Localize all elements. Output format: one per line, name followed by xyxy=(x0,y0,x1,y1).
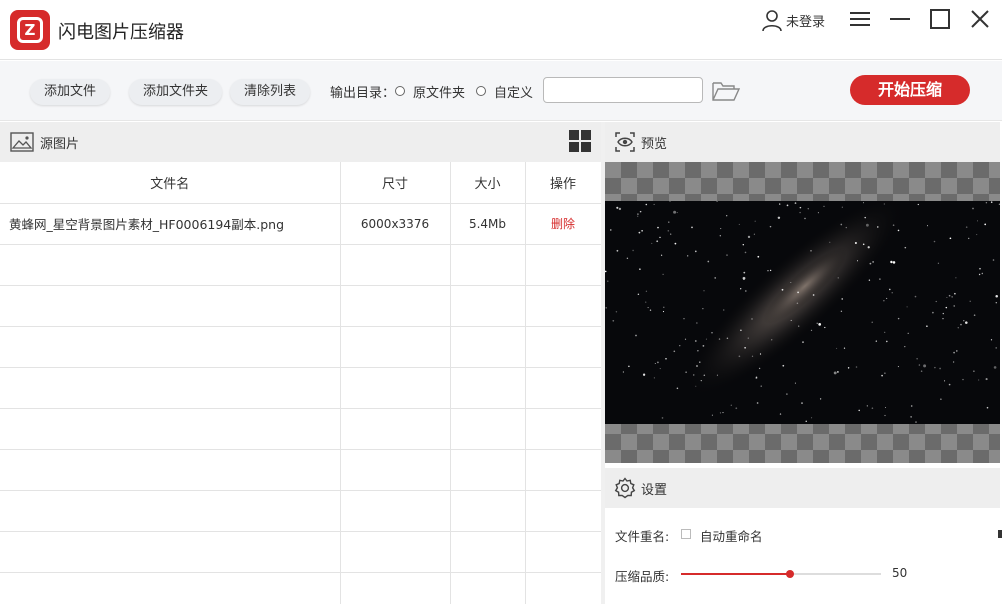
user-login-label: 未登录 xyxy=(786,14,826,30)
table-row-empty xyxy=(0,531,602,573)
table-row-empty xyxy=(0,326,602,368)
quality-slider-fill xyxy=(681,573,790,575)
radio-custom-folder[interactable] xyxy=(476,86,486,96)
quality-slider-thumb[interactable] xyxy=(786,570,794,578)
table-row-empty xyxy=(0,244,602,286)
app-logo-icon: Z xyxy=(10,10,50,50)
rename-label: 文件重名: xyxy=(615,529,670,544)
user-icon xyxy=(762,10,782,32)
maximize-button[interactable] xyxy=(929,8,951,30)
minimize-icon xyxy=(890,18,910,20)
close-icon xyxy=(971,10,989,28)
delete-file-button[interactable]: 删除 xyxy=(551,217,575,231)
preview-eye-icon xyxy=(615,132,635,152)
add-file-button[interactable]: 添加文件 xyxy=(30,79,111,105)
resize-handle[interactable] xyxy=(998,530,1002,538)
table-row-empty xyxy=(0,285,602,327)
file-dimensions: 6000x3376 xyxy=(340,203,451,245)
table-row[interactable]: 黄蜂网_星空背景图片素材_HF0006194副本.png 6000x3376 5… xyxy=(0,203,602,245)
source-panel-header: 源图片 xyxy=(0,122,601,162)
settings-body xyxy=(605,508,1000,604)
radio-original-folder-label: 原文件夹 xyxy=(413,86,466,101)
table-row-empty xyxy=(0,367,602,409)
file-action-cell: 删除 xyxy=(525,203,602,245)
hamburger-menu-icon xyxy=(850,12,870,26)
column-header-dimensions: 尺寸 xyxy=(340,162,451,204)
preview-panel-title: 预览 xyxy=(641,137,668,152)
minimize-button[interactable] xyxy=(889,8,911,30)
add-folder-button[interactable]: 添加文件夹 xyxy=(129,79,223,105)
table-row-empty xyxy=(0,449,602,491)
quality-slider[interactable] xyxy=(681,570,881,578)
settings-panel-title: 设置 xyxy=(641,483,668,498)
grid-view-button[interactable] xyxy=(569,130,591,152)
radio-custom-folder-label: 自定义 xyxy=(494,86,534,101)
radio-original-folder[interactable] xyxy=(395,86,405,96)
column-header-size: 大小 xyxy=(450,162,526,204)
image-icon xyxy=(10,132,34,152)
output-directory-label: 输出目录： xyxy=(330,86,396,101)
table-row-empty xyxy=(0,408,602,450)
output-path-input[interactable] xyxy=(543,77,703,103)
title-bar: Z 闪电图片压缩器 未登录 xyxy=(0,0,1002,60)
grid-view-icon xyxy=(569,130,591,152)
file-table: 文件名 尺寸 大小 操作 黄蜂网_星空背景图片素材_HF0006194副本.pn… xyxy=(0,162,602,604)
open-folder-icon xyxy=(712,82,741,101)
column-header-action: 操作 xyxy=(525,162,602,204)
settings-panel-header: 设置 xyxy=(605,468,1000,508)
preview-image xyxy=(605,201,1000,424)
auto-rename-label: 自动重命名 xyxy=(700,529,763,544)
app-title: 闪电图片压缩器 xyxy=(58,22,184,43)
menu-button[interactable] xyxy=(849,8,871,30)
table-row-empty xyxy=(0,572,602,604)
app-logo-letter: Z xyxy=(17,17,43,43)
clear-list-button[interactable]: 清除列表 xyxy=(230,79,311,105)
source-panel-title: 源图片 xyxy=(40,137,80,152)
preview-panel-header: 预览 xyxy=(605,122,1000,162)
file-size: 5.4Mb xyxy=(450,203,526,245)
close-button[interactable] xyxy=(969,8,991,30)
table-header-row: 文件名 尺寸 大小 操作 xyxy=(0,162,602,204)
file-name: 黄蜂网_星空背景图片素材_HF0006194副本.png xyxy=(0,203,341,245)
user-login[interactable]: 未登录 xyxy=(760,8,825,32)
quality-value: 50 xyxy=(892,566,908,580)
start-compress-button[interactable]: 开始压缩 xyxy=(850,75,970,105)
table-row-empty xyxy=(0,490,602,532)
browse-folder-button[interactable] xyxy=(712,80,741,102)
maximize-icon xyxy=(930,9,950,29)
gear-icon xyxy=(614,477,636,499)
quality-label: 压缩品质: xyxy=(615,569,670,584)
auto-rename-checkbox[interactable] xyxy=(681,529,691,539)
column-header-filename: 文件名 xyxy=(0,162,341,204)
